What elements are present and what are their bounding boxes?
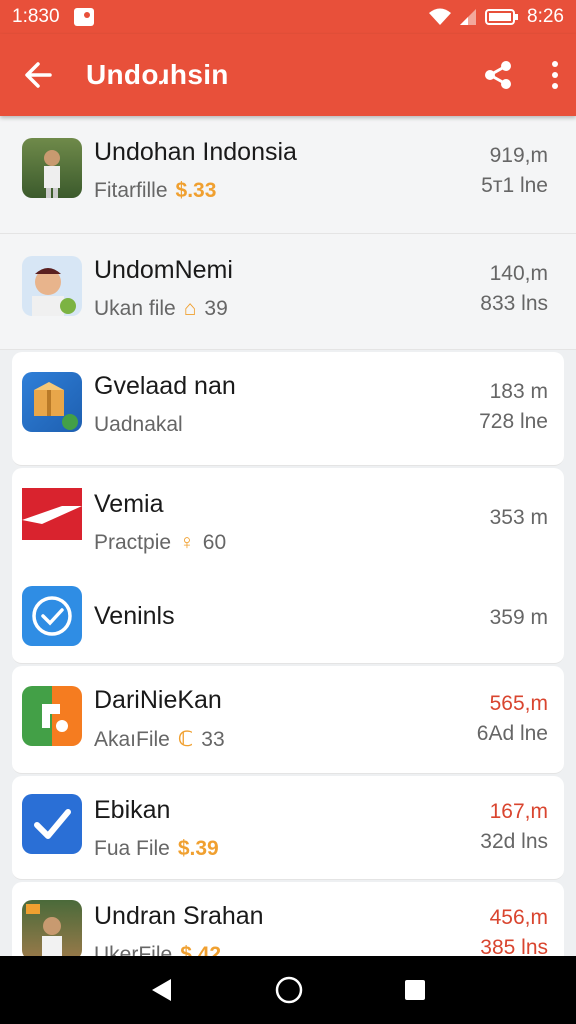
item-name: Undran Srahan (94, 902, 264, 930)
item-subtitle: Uadnakal (94, 413, 183, 436)
music-note-icon (22, 686, 82, 746)
item-name: Vemia (94, 490, 164, 518)
share-button[interactable] (482, 59, 514, 91)
list-item[interactable]: Vemia Practpie ♀ 60 353 m (12, 468, 564, 566)
more-vertical-icon (552, 61, 558, 89)
list-item[interactable]: Undran Srahan UkerFile $.42 456,m 385 lns (12, 882, 564, 956)
item-name: Veninls (94, 602, 175, 630)
status-time-right: 8:26 (527, 6, 564, 27)
item-name: Gvelaad nan (94, 372, 236, 400)
item-name: DariNieKan (94, 686, 222, 714)
share-icon (485, 61, 511, 89)
item-subtitle: Fitarfille (94, 179, 168, 202)
pin-icon: ♀ (179, 531, 195, 554)
signal-icon (460, 9, 477, 25)
file-list: Undohan Indonsia Fitarfille $.33 919,m 5ᴛ… (0, 116, 576, 956)
list-item[interactable]: Ebikan Fua File $.39 167,m 32d lns (12, 776, 564, 880)
nav-back-button[interactable] (149, 977, 175, 1003)
item-tag: $.42 (180, 943, 222, 956)
notification-icon (73, 8, 94, 26)
check-circle-icon (22, 586, 82, 646)
item-lines: 385 lns (480, 936, 548, 956)
navigation-bar (0, 956, 576, 1024)
list-item[interactable]: Gvelaad nan Uadnakal 183 m 728 lne (12, 352, 564, 466)
item-name: UndomNemi (94, 256, 233, 284)
item-size: 353 m (489, 506, 548, 529)
item-tag: $.33 (175, 179, 217, 202)
nav-recents-button[interactable] (403, 978, 427, 1002)
item-tag: 33 (201, 727, 225, 751)
list-item[interactable]: Undohan Indonsia Fitarfille $.33 919,m 5ᴛ… (0, 116, 576, 234)
nav-home-button[interactable] (274, 975, 304, 1005)
list-item[interactable]: Veninls 359 m (12, 566, 564, 664)
square-recents-icon (404, 980, 425, 1000)
item-subtitle: Practpie (94, 531, 172, 554)
item-size: 359 m (489, 606, 548, 629)
list-item[interactable]: DariNieKan AkaıFile ℂ 33 565,m 6Ad lne (12, 666, 564, 774)
item-size: 167,m (489, 800, 548, 823)
item-lines: 833 lns (480, 292, 548, 315)
back-button[interactable] (22, 59, 54, 91)
wifi-icon (429, 8, 452, 25)
checkmark-icon (22, 794, 82, 854)
person-avatar-icon (22, 256, 82, 316)
portrait-photo-icon (22, 138, 82, 198)
item-name: Ebikan (94, 796, 171, 824)
item-subtitle: Fua File (94, 837, 170, 860)
package-box-icon (22, 372, 82, 432)
item-tag: 39 (204, 297, 228, 320)
item-lines: 728 lne (479, 410, 548, 433)
red-flag-icon (22, 484, 82, 544)
status-bar: 1:830 8:26 (0, 0, 576, 34)
item-size: 565,m (489, 692, 548, 715)
home-icon: ⌂ (183, 297, 197, 320)
item-tag-icon: ℂ (177, 728, 194, 751)
item-tag: 60 (202, 531, 227, 554)
list-item-group: Vemia Practpie ♀ 60 353 m Veninls 359 m (12, 468, 564, 664)
battery-icon (485, 9, 519, 25)
item-size: 456,m (489, 906, 548, 929)
app-bar: Undoɹhsin (0, 34, 576, 116)
item-name: Undohan Indonsia (94, 138, 297, 166)
triangle-back-icon (152, 979, 172, 1001)
item-size: 919,m (489, 144, 548, 167)
list-item[interactable]: UndomNemi Ukan file ⌂ 39 140,m 833 lns (0, 234, 576, 350)
item-size: 183 m (489, 380, 548, 403)
status-time-left: 1:830 (12, 6, 60, 27)
more-options-button[interactable] (550, 60, 560, 90)
item-subtitle: AkaıFile (94, 727, 170, 751)
item-subtitle: UkerFile (94, 943, 173, 956)
portrait-photo-icon (22, 900, 82, 956)
page-title: Undoɹhsin (86, 59, 229, 90)
item-lines: 5ᴛ1 lne (481, 174, 548, 197)
item-size: 140,m (489, 262, 548, 285)
circle-home-icon (275, 976, 303, 1004)
item-lines: 6Ad lne (476, 722, 548, 745)
arrow-left-icon (25, 62, 52, 88)
item-subtitle: Ukan file (94, 297, 176, 320)
item-tag: $.39 (177, 837, 219, 860)
item-lines: 32d lns (480, 830, 548, 853)
